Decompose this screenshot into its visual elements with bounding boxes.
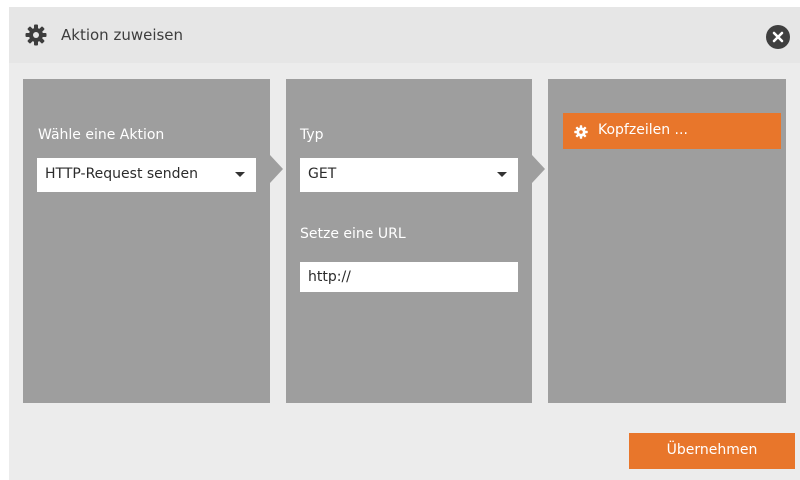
choose-action-label: Wähle eine Aktion: [38, 127, 165, 143]
chevron-down-icon: [497, 172, 507, 177]
url-input[interactable]: [300, 262, 518, 292]
dialog-title: Aktion zuweisen: [61, 26, 184, 44]
action-panel: Wähle eine Aktion HTTP-Request senden: [23, 79, 270, 403]
type-select[interactable]: GET: [300, 158, 518, 192]
request-panel: Typ GET Setze eine URL: [286, 79, 532, 403]
type-select-value: GET: [308, 166, 337, 182]
headers-button[interactable]: Kopfzeilen ...: [563, 113, 781, 149]
action-select[interactable]: HTTP-Request senden: [37, 158, 256, 192]
panel-arrow: [270, 155, 283, 183]
panel-arrow: [532, 155, 545, 183]
dialog-titlebar: Aktion zuweisen: [9, 7, 800, 63]
apply-button-label: Übernehmen: [666, 442, 758, 458]
gear-icon: [25, 24, 47, 46]
close-icon: [772, 31, 784, 43]
apply-button[interactable]: Übernehmen: [629, 433, 795, 469]
headers-button-label: Kopfzeilen ...: [598, 122, 688, 138]
gear-icon: [574, 124, 588, 139]
close-button[interactable]: [766, 25, 790, 49]
url-label: Setze eine URL: [300, 226, 406, 242]
chevron-down-icon: [235, 172, 245, 177]
headers-panel: Kopfzeilen ...: [548, 79, 786, 403]
action-select-value: HTTP-Request senden: [45, 166, 199, 182]
assign-action-dialog: Aktion zuweisen Wähle eine Aktion HTTP-R…: [9, 7, 800, 480]
type-label: Typ: [300, 127, 324, 143]
